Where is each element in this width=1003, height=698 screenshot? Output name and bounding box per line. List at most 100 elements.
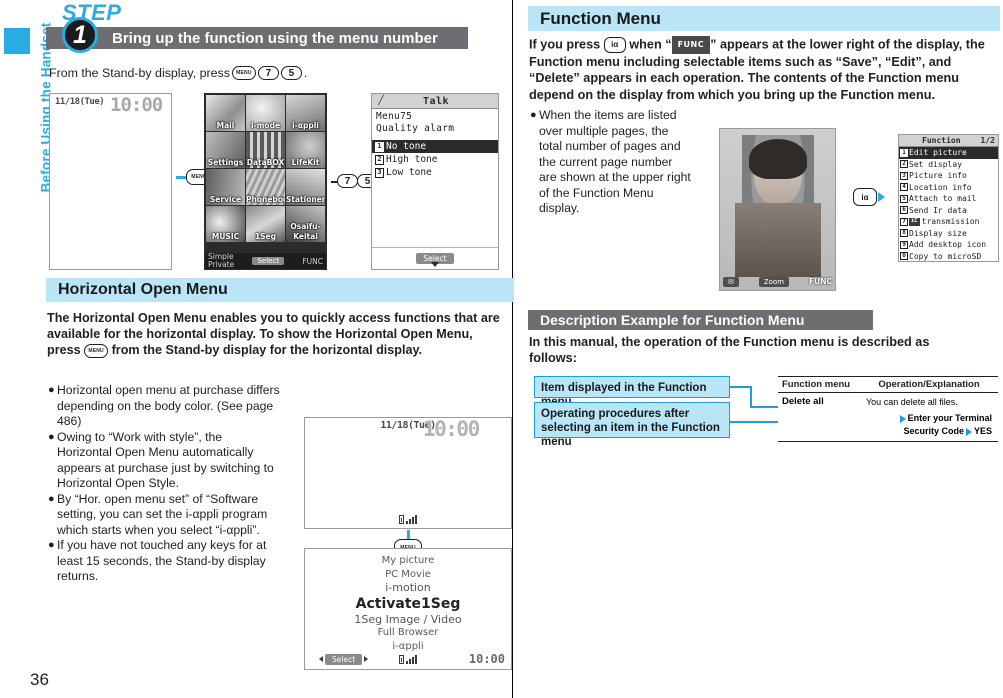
list-item: My picture [381, 555, 435, 566]
item-number: 8 [900, 229, 908, 238]
item-label: Set display [909, 159, 962, 169]
bullet-text: By “Hor. open menu set” of “Software set… [57, 491, 268, 537]
bullet-dot-icon: ● [530, 109, 537, 121]
softkey-right: FUNC [809, 277, 832, 286]
option-number: 2 [375, 154, 384, 165]
chevron-down-icon [431, 262, 439, 267]
menu-item-settings: Settings [206, 132, 245, 168]
horizontal-standby-screenshot: 11/18(Tue) 10:00 [304, 417, 512, 529]
cell-operation-explanation: You can delete all files. Enter your Ter… [860, 393, 998, 441]
bullet-text: Owing to “Work with style”, the Horizont… [57, 429, 274, 491]
function-menu-screenshot: Function 1/2 1 Edit picture 2 Set displa… [898, 134, 999, 262]
func-softkey-tag: FUNC [671, 36, 711, 55]
talk-softkey-bar: Select [372, 247, 498, 269]
list-item: 2 High tone [372, 153, 498, 166]
numeric-key-7-icon: 7 [257, 66, 279, 80]
softkey-center: Select [325, 653, 363, 665]
standby-time: 10:00 [110, 94, 163, 116]
menu-item-label: 1Seg [254, 232, 277, 241]
page-root: Before Using the Handset 36 Bring up the… [0, 0, 1003, 698]
item-label: Copy to microSD [909, 251, 982, 261]
chevron-right-icon [364, 656, 369, 662]
menu-item-iappli: i-αppli [286, 95, 325, 131]
list-item: ● By “Hor. open menu set” of “Software s… [48, 492, 280, 539]
description-intro-text: In this manual, the operation of the Fun… [529, 335, 930, 365]
right-column: Function Menu If you press iα when “FUNC… [528, 0, 1000, 698]
section-heading-text: Description Example for Function Menu [540, 312, 805, 328]
softkey-center: Select [252, 257, 285, 265]
chapter-tab-block [4, 28, 30, 54]
item-number: 2 [900, 160, 908, 169]
item-label: Add desktop icon [909, 240, 987, 249]
horizontal-paragraph-part2: from the Stand-by display for the horizo… [111, 343, 423, 357]
bullet-text: If you have not touched any keys for at … [57, 538, 267, 583]
menu-item-label: Osaifu-Keitai [290, 222, 321, 241]
main-menu-screenshot: Mail i-mode i-αppli Settings DataBOX Lif… [204, 93, 327, 270]
menu-item-label: Service [209, 195, 242, 204]
list-item: ● Horizontal open menu at purchase diffe… [48, 383, 280, 430]
horizontal-intro-paragraph: The Horizontal Open Menu enables you to … [47, 310, 509, 358]
numeric-key-5-icon: 5 [280, 66, 302, 80]
function-menu-bullet: ● When the items are listed over multipl… [530, 108, 692, 217]
menu-item-label: MUSIC [211, 232, 240, 241]
item-number: 3 [900, 171, 908, 180]
list-item: 6 Send Ir data [899, 205, 998, 217]
menu-key-icon: MENU [84, 343, 109, 358]
list-item: 1Seg Image / Video [354, 612, 462, 626]
function-menu-intro: If you press iα when “FUNC” appears at t… [529, 36, 999, 103]
menu-item-label: i-αppli [292, 121, 319, 130]
chevron-left-icon [319, 656, 323, 662]
step-title-bar: Bring up the function using the menu num… [46, 27, 468, 49]
option-label: High tone [386, 154, 438, 165]
function-menu-list: 1 Edit picture 2 Set display 3 Picture i… [899, 147, 998, 262]
horizontal-menu-softkey-bar: Select 10:00 [305, 651, 511, 667]
step-instruction: From the Stand-by display, press MENU 7 … [49, 66, 307, 80]
item-label: Location info [909, 182, 972, 192]
picture-viewer-screenshot: ✉ Zoom FUNC [719, 128, 836, 291]
horizontal-menu-clock: 10:00 [468, 652, 505, 666]
softkey-center-group: Select [319, 653, 369, 665]
list-item: ● When the items are listed over multipl… [530, 108, 692, 217]
list-item-selected: Activate1Seg [355, 595, 461, 612]
menu-item-phonebook: Phonebook [246, 169, 285, 205]
item-number: 4 [900, 183, 908, 192]
ic-transmission-icon: iC [909, 217, 920, 226]
bullet-dot-icon: ● [48, 430, 55, 443]
menu-item-mail: Mail [206, 95, 245, 131]
list-item: ● If you have not touched any keys for a… [48, 538, 280, 585]
triangle-right-icon [899, 414, 906, 423]
menu-item-osaifu-keitai: Osaifu-Keitai [286, 206, 325, 242]
quality-alarm-screenshot: ╱ Talk Menu75 Quality alarm 1 No tone 2 … [371, 93, 499, 270]
triangle-right-icon [965, 427, 972, 436]
bullet-text: When the items are listed over multiple … [539, 108, 691, 215]
horizontal-open-menu-screenshot: My picture PC Movie i-motion Activate1Se… [304, 548, 512, 670]
portrait-hair [748, 139, 807, 179]
column-header-operation: Operation/Explanation [878, 379, 980, 390]
list-item: 2 Set display [899, 159, 998, 171]
talk-title-text: Talk [422, 95, 450, 107]
connector-line-2 [730, 421, 778, 423]
list-item: 1 No tone [372, 140, 498, 153]
menu-item-lifekit: LifeKit [286, 132, 325, 168]
menu-item-label: Stationery [286, 195, 325, 204]
step-title: Bring up the function using the menu num… [112, 29, 438, 47]
softkey-right: FUNC [302, 256, 323, 266]
cell-function-menu-item: Delete all [782, 396, 824, 407]
menu-item-1seg: 1Seg [246, 206, 285, 242]
step-number-badge: 1 [62, 17, 98, 53]
pencil-icon: ╱ [378, 96, 384, 106]
list-item: Full Browser [377, 627, 439, 638]
list-item: 5 Attach to mail [899, 193, 998, 205]
function-menu-page-indicator: 1/2 [980, 136, 995, 145]
menu-item-label: Mail [216, 121, 235, 130]
standby-display-screenshot: 11/18(Tue) 10:00 [49, 93, 172, 270]
battery-icon [399, 655, 404, 664]
section-heading-description-example: Description Example for Function Menu [528, 310, 873, 330]
flow-arrow-3 [878, 192, 885, 202]
bullet-text: Horizontal open menu at purchase differs… [57, 383, 280, 428]
status-icon-group [399, 655, 417, 664]
section-heading-text: Horizontal Open Menu [58, 281, 228, 298]
list-item: 1 Edit picture [899, 147, 998, 159]
list-item: PC Movie [385, 568, 431, 580]
menu-item-service: Service [206, 169, 245, 205]
